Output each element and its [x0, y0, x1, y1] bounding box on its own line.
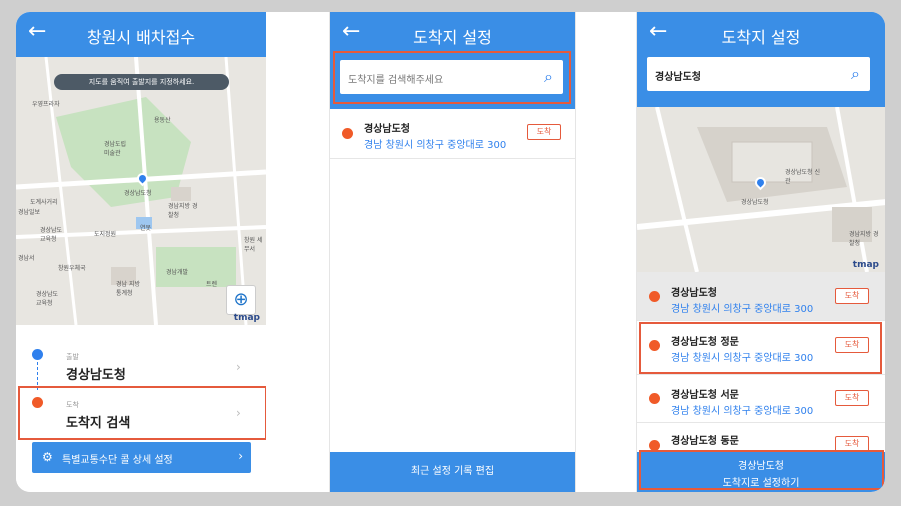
result-name[interactable]: 경상남도청 — [671, 284, 717, 299]
destination-dot-icon — [649, 291, 660, 302]
map-view[interactable]: 지도를 움직여 출발지를 지정하세요. 우영프라자 용동산 경남도립 미술관 경… — [16, 57, 266, 325]
page-title: 창원시 배차접수 — [86, 28, 196, 47]
map-label: 도계사거리 — [30, 199, 58, 206]
destination-dot-icon — [649, 393, 660, 404]
start-label: 출발 — [66, 353, 79, 361]
map-hint-bubble: 지도를 움직여 출발지를 지정하세요. — [54, 74, 229, 90]
chevron-right-icon: › — [236, 360, 241, 374]
result-address: 경남 창원시 의창구 중앙대로 300 — [671, 406, 814, 417]
page-title: 도착지 설정 — [721, 28, 801, 47]
map-label: 경상남도 교육청 — [36, 291, 59, 307]
call-settings-button[interactable]: ⚙ 특별교통수단 콜 상세 설정 › — [32, 442, 251, 473]
map-label: 창원 세무서 — [244, 237, 263, 253]
tmap-logo: tmap — [233, 313, 260, 323]
divider — [637, 320, 885, 321]
start-value[interactable]: 경상남도청 — [66, 364, 126, 383]
divider — [637, 374, 885, 375]
tmap-logo: tmap — [852, 260, 879, 270]
map-label: 경남개발 — [166, 269, 189, 276]
call-settings-label: 특별교통수단 콜 상세 설정 — [62, 455, 173, 466]
map-label: 경남도립 미술관 — [104, 141, 127, 157]
arrive-button[interactable]: 도착 — [835, 288, 869, 304]
search-input[interactable]: 경상남도청 ⌕ — [647, 57, 870, 91]
panel-destination-search: ← 도착지 설정 도착지를 검색해주세요 ⌕ 경상남도청 경남 창원시 의창구 … — [329, 12, 576, 492]
result-name[interactable]: 경상남도청 — [364, 120, 410, 135]
panel-destination-results: ← 도착지 설정 경상남도청 ⌕ 경상남도청 신관 경상남도청 경남지방 경찰청… — [636, 12, 885, 492]
search-icon[interactable]: ⌕ — [851, 64, 860, 84]
result-name[interactable]: 경상남도청 동문 — [671, 432, 739, 447]
destination-dot-icon — [342, 128, 353, 139]
map-label: 경상남도청 신관 — [785, 169, 821, 185]
map-label: 경남서 — [18, 255, 35, 262]
start-dot-icon — [32, 349, 43, 360]
panel-dispatch: ← 창원시 배차접수 지도를 움직여 출발지를 지정하세요. 우영프라자 용동산… — [16, 12, 266, 492]
result-address: 경남 창원시 의창구 중앙대로 300 — [671, 304, 814, 315]
app-bar: ← 창원시 배차접수 — [16, 12, 266, 57]
result-address: 경남 창원시 의창구 중앙대로 300 — [364, 140, 507, 151]
page-title: 도착지 설정 — [413, 28, 492, 47]
screenshot-frame: ← 창원시 배차접수 지도를 움직여 출발지를 지정하세요. 우영프라자 용동산… — [16, 12, 885, 492]
arrive-button[interactable]: 도착 — [835, 390, 869, 406]
map-label: 경상남도 교육청 — [40, 227, 63, 243]
map-label: 경남지방 경찰청 — [849, 231, 879, 247]
map-label: 우영프라자 — [32, 101, 60, 108]
divider — [330, 158, 575, 159]
app-bar: ← 도착지 설정 — [637, 12, 885, 57]
map-label: 경상남도청 — [741, 199, 769, 206]
map-label: 도지정원 — [94, 231, 117, 238]
highlight-box — [639, 322, 882, 374]
map-label: 경남지방 경찰청 — [168, 203, 198, 219]
gear-icon: ⚙ — [42, 450, 53, 464]
search-value: 경상남도청 — [655, 72, 701, 83]
highlight-box — [639, 450, 884, 490]
arrive-button[interactable]: 도착 — [527, 124, 561, 140]
map-label: 창원우체국 — [58, 265, 86, 272]
chevron-right-icon: › — [238, 449, 243, 463]
highlight-box — [18, 386, 266, 440]
map-label: 경남일보 — [18, 209, 41, 216]
map-label: 경상남도청 — [124, 190, 152, 197]
highlight-box — [333, 51, 571, 104]
map-label: 용동산 — [154, 117, 171, 124]
map-label: 트렌 — [206, 281, 218, 288]
map-view[interactable]: 경상남도청 신관 경상남도청 경남지방 경찰청 tmap — [637, 107, 885, 272]
result-name[interactable]: 경상남도청 서문 — [671, 386, 739, 401]
map-label: 연못 — [140, 225, 152, 232]
current-location-button[interactable]: ⊕ — [226, 285, 256, 315]
edit-history-button[interactable]: 최근 설정 기록 편집 — [330, 452, 575, 492]
divider — [637, 422, 885, 423]
map-label: 경남 지방통계청 — [116, 281, 140, 297]
